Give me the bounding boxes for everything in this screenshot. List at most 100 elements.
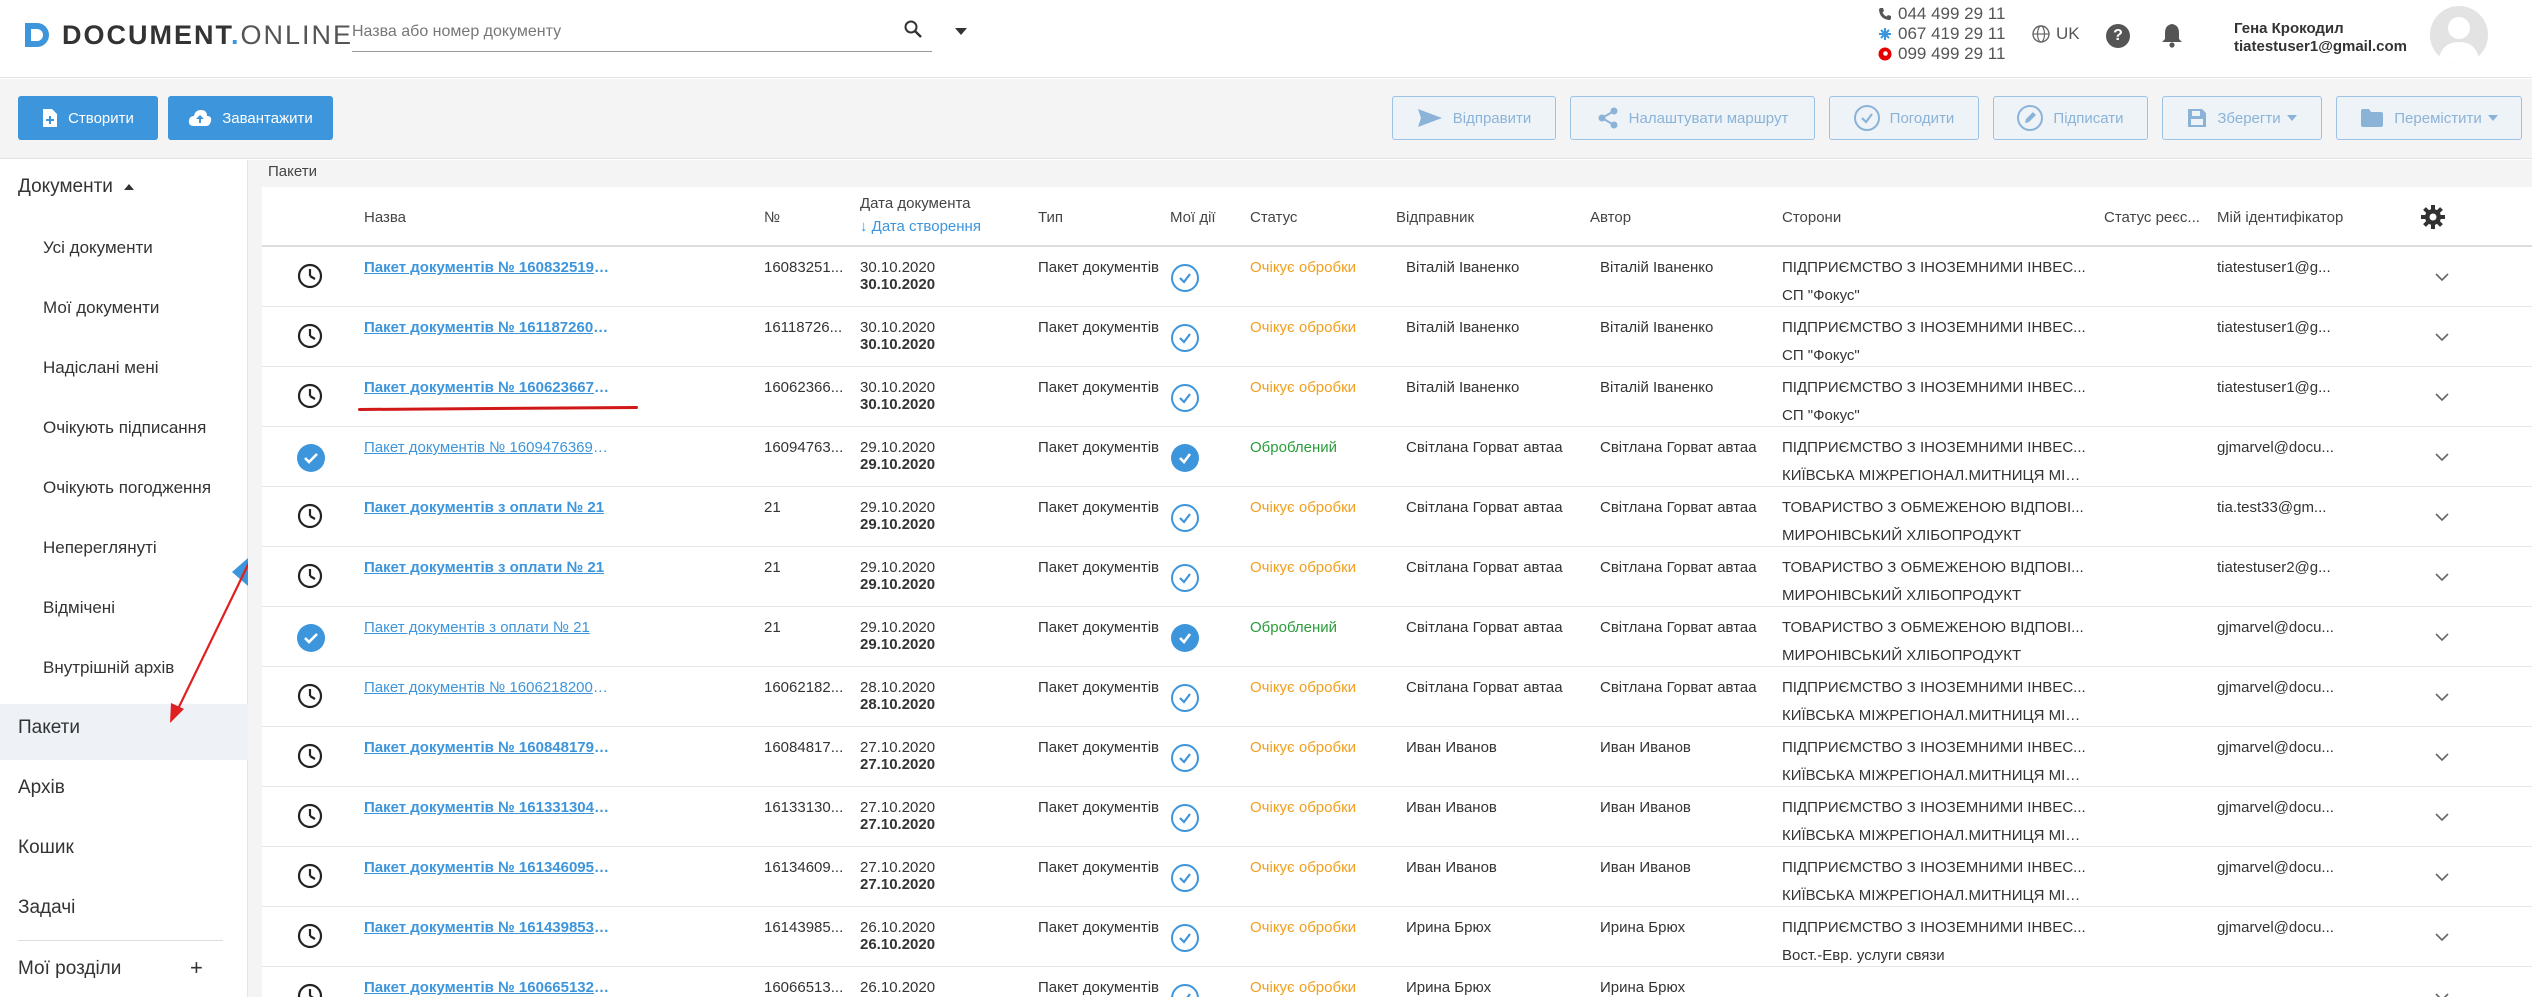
expand-chevron-icon[interactable] <box>2434 389 2450 406</box>
table-row[interactable]: Пакет документів № 1613460955106 16134609… <box>262 847 2532 907</box>
avatar[interactable] <box>2430 6 2488 64</box>
sidebar-item-awaiting-signature[interactable]: Очікують підписання <box>43 418 206 438</box>
user-info[interactable]: Гена Крокодил tiatestuser1@gmail.com <box>2234 20 2407 56</box>
create-button[interactable]: Створити <box>18 96 158 140</box>
package-name-link[interactable]: Пакет документів № 1611872600685 <box>364 319 614 336</box>
col-my-actions[interactable]: Мої дії <box>1170 209 1216 226</box>
sidebar-item-awaiting-approval[interactable]: Очікують погодження <box>43 478 211 498</box>
action-pending-icon[interactable] <box>1170 263 1200 297</box>
expand-chevron-icon[interactable] <box>2434 989 2450 997</box>
send-button[interactable]: Відправити <box>1392 96 1556 140</box>
sidebar-item-internal-archive[interactable]: Внутрішній архів <box>43 658 174 678</box>
sidebar-documents[interactable]: Документи <box>18 176 135 198</box>
search-icon[interactable] <box>904 20 922 38</box>
expand-chevron-icon[interactable] <box>2434 449 2450 466</box>
phone-vodafone[interactable]: 099 499 29 11 <box>1878 44 2005 64</box>
table-row[interactable]: Пакет документів № 1606651323442 16066513… <box>262 967 2532 997</box>
action-pending-icon[interactable] <box>1170 503 1200 537</box>
action-pending-icon[interactable] <box>1170 803 1200 837</box>
package-name-link[interactable]: Пакет документів № 1609476369063 <box>364 439 614 456</box>
expand-chevron-icon[interactable] <box>2434 869 2450 886</box>
col-number[interactable]: № <box>764 209 780 226</box>
expand-chevron-icon[interactable] <box>2434 509 2450 526</box>
package-name-link[interactable]: Пакет документів з оплати № 21 <box>364 559 614 576</box>
package-name-link[interactable]: Пакет документів № 1608325196376 <box>364 259 614 276</box>
expand-chevron-icon[interactable] <box>2434 749 2450 766</box>
action-pending-icon[interactable] <box>1170 563 1200 597</box>
sidebar-item-packages[interactable]: Пакети <box>18 717 80 739</box>
expand-chevron-icon[interactable] <box>2434 629 2450 646</box>
table-row[interactable]: Пакет документів з оплати № 21 21 29.10.20… <box>262 547 2532 607</box>
col-reg-status[interactable]: Статус реєс... <box>2104 209 2200 226</box>
table-row[interactable]: Пакет документів з оплати № 21 21 29.10.20… <box>262 487 2532 547</box>
expand-chevron-icon[interactable] <box>2434 929 2450 946</box>
package-name-link[interactable]: Пакет документів № 1613313042255 <box>364 799 614 816</box>
action-done-icon[interactable] <box>1170 623 1200 657</box>
action-pending-icon[interactable] <box>1170 683 1200 717</box>
package-name-link[interactable]: Пакет документів № 1614398538235 <box>364 919 614 936</box>
action-pending-icon[interactable] <box>1170 983 1200 997</box>
table-row[interactable]: Пакет документів № 1613313042255 16133130… <box>262 787 2532 847</box>
col-sender[interactable]: Відправник <box>1396 209 1474 226</box>
col-my-id[interactable]: Мій ідентифікатор <box>2217 209 2343 226</box>
package-name-link[interactable]: Пакет документів № 1606651323442 <box>364 979 614 996</box>
sidebar-item-unviewed[interactable]: Непереглянуті <box>43 538 157 558</box>
action-pending-icon[interactable] <box>1170 323 1200 357</box>
col-author[interactable]: Автор <box>1590 209 1631 226</box>
bell-icon[interactable] <box>2160 22 2184 48</box>
sidebar-item-tasks[interactable]: Задачі <box>18 897 75 919</box>
table-row[interactable]: Пакет документів № 1614398538235 16143985… <box>262 907 2532 967</box>
search-filter-dropdown-icon[interactable] <box>955 28 967 35</box>
package-name-link[interactable]: Пакет документів з оплати № 21 <box>364 499 614 516</box>
action-pending-icon[interactable] <box>1170 863 1200 897</box>
action-pending-icon[interactable] <box>1170 743 1200 777</box>
sidebar-item-marked[interactable]: Відмічені <box>43 598 115 618</box>
search-box[interactable] <box>352 12 932 52</box>
action-pending-icon[interactable] <box>1170 383 1200 417</box>
sign-button[interactable]: Підписати <box>1993 96 2148 140</box>
language-switcher[interactable]: UK <box>2032 24 2080 44</box>
phone-kyivstar[interactable]: 044 499 29 11 <box>1878 4 2005 24</box>
table-row[interactable]: Пакет документів № 1606218200266 16062182… <box>262 667 2532 727</box>
table-row[interactable]: Пакет документів № 1611872600685 16118726… <box>262 307 2532 367</box>
col-doc-date[interactable]: Дата документа <box>860 195 971 212</box>
col-status[interactable]: Статус <box>1250 209 1297 226</box>
gear-icon[interactable] <box>2420 204 2446 230</box>
table-row[interactable]: Пакет документів № 1608325196376 16083251… <box>262 247 2532 307</box>
help-icon[interactable]: ? <box>2106 24 2130 48</box>
package-name-link[interactable]: Пакет документів № 1613460955106 <box>364 859 614 876</box>
expand-chevron-icon[interactable] <box>2434 269 2450 286</box>
table-row[interactable]: Пакет документів № 1608481794900 16084817… <box>262 727 2532 787</box>
expand-chevron-icon[interactable] <box>2434 329 2450 346</box>
expand-chevron-icon[interactable] <box>2434 809 2450 826</box>
sidebar-item-archive[interactable]: Архів <box>18 777 65 799</box>
sidebar-item-my-documents[interactable]: Мої документи <box>43 298 159 318</box>
save-dropdown-button[interactable]: Зберегти <box>2162 96 2322 140</box>
phone-life[interactable]: 067 419 29 11 <box>1878 24 2005 44</box>
add-section-button[interactable]: + <box>190 955 203 981</box>
col-parties[interactable]: Сторони <box>1782 209 1841 226</box>
expand-chevron-icon[interactable] <box>2434 569 2450 586</box>
sidebar-item-sent-to-me[interactable]: Надіслані мені <box>43 358 159 378</box>
package-name-link[interactable]: Пакет документів з оплати № 21 <box>364 619 614 636</box>
action-pending-icon[interactable] <box>1170 923 1200 957</box>
sidebar-item-all-documents[interactable]: Усі документи <box>43 238 153 258</box>
approve-button[interactable]: Погодити <box>1829 96 1979 140</box>
package-name-link[interactable]: Пакет документів № 1606236671153 <box>364 379 614 396</box>
action-done-icon[interactable] <box>1170 443 1200 477</box>
expand-chevron-icon[interactable] <box>2434 689 2450 706</box>
sidebar-my-sections[interactable]: Мої розділи <box>18 958 121 980</box>
logo[interactable]: DOCUMENT.ONLINE <box>22 18 353 52</box>
search-input[interactable] <box>352 12 872 52</box>
package-name-link[interactable]: Пакет документів № 1608481794900 <box>364 739 614 756</box>
table-row[interactable]: Пакет документів з оплати № 21 21 29.10.20… <box>262 607 2532 667</box>
table-row[interactable]: Пакет документів № 1606236671153 16062366… <box>262 367 2532 427</box>
table-row[interactable]: Пакет документів № 1609476369063 16094763… <box>262 427 2532 487</box>
col-created-date-sort[interactable]: ↓ Дата створення <box>860 218 981 235</box>
sidebar-item-trash[interactable]: Кошик <box>18 837 74 859</box>
route-settings-button[interactable]: Налаштувати маршрут <box>1570 96 1815 140</box>
move-dropdown-button[interactable]: Перемістити <box>2336 96 2522 140</box>
upload-button[interactable]: Завантажити <box>168 96 333 140</box>
col-type[interactable]: Тип <box>1038 209 1063 226</box>
package-name-link[interactable]: Пакет документів № 1606218200266 <box>364 679 614 696</box>
